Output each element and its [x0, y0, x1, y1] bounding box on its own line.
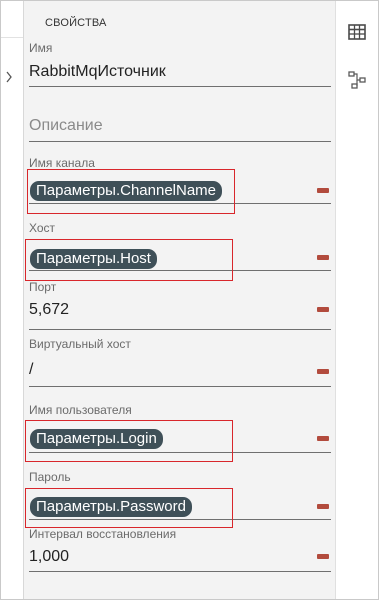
left-collapsed-panel — [1, 1, 24, 599]
right-toolbar — [335, 1, 378, 599]
retry-interval-field[interactable]: Интервал восстановления 1,000 — [29, 527, 331, 575]
channel-name-underline — [29, 203, 331, 204]
username-field[interactable]: Имя пользователя Параметры.Login — [29, 403, 331, 455]
name-input[interactable]: RabbitMqИсточник — [29, 63, 166, 81]
username-delete-button[interactable] — [317, 436, 329, 441]
host-underline — [29, 270, 331, 271]
password-underline — [29, 519, 331, 520]
port-delete-button[interactable] — [317, 307, 329, 312]
diagram-connect-icon[interactable] — [344, 67, 370, 93]
section-title: СВОЙСТВА — [45, 17, 107, 29]
host-delete-button[interactable] — [317, 255, 329, 260]
properties-panel: СВОЙСТВА Имя RabbitMqИсточник Описание И… — [24, 1, 335, 599]
retry-interval-input[interactable]: 1,000 — [29, 548, 69, 566]
host-value-tag[interactable]: Параметры.Host — [30, 249, 157, 269]
description-field[interactable]: Описание — [29, 113, 331, 143]
port-input[interactable]: 5,672 — [29, 301, 69, 319]
port-label: Порт — [29, 280, 57, 294]
table-icon[interactable] — [344, 19, 370, 45]
password-delete-button[interactable] — [317, 504, 329, 509]
host-field[interactable]: Хост Параметры.Host — [29, 221, 331, 271]
virtual-host-field[interactable]: Виртуальный хост / — [29, 337, 331, 389]
virtual-host-input[interactable]: / — [29, 361, 33, 379]
channel-name-value-tag[interactable]: Параметры.ChannelName — [30, 181, 223, 201]
channel-name-label: Имя канала — [29, 156, 95, 170]
password-label: Пароль — [29, 470, 71, 484]
retry-interval-label: Интервал восстановления — [29, 527, 177, 541]
virtual-host-delete-button[interactable] — [317, 369, 329, 374]
retry-interval-delete-button[interactable] — [317, 554, 329, 559]
username-underline — [29, 452, 331, 453]
host-label: Хост — [29, 221, 56, 235]
channel-name-delete-button[interactable] — [317, 188, 329, 193]
description-underline — [29, 141, 331, 142]
virtual-host-label: Виртуальный хост — [29, 337, 131, 351]
password-field[interactable]: Пароль Параметры.Password — [29, 470, 331, 520]
username-value-tag[interactable]: Параметры.Login — [30, 429, 163, 449]
channel-name-field[interactable]: Имя канала Параметры.ChannelName — [29, 156, 331, 206]
password-value-tag[interactable]: Параметры.Password — [30, 497, 192, 517]
port-underline — [29, 329, 331, 330]
virtual-host-underline — [29, 386, 331, 387]
port-field[interactable]: Порт 5,672 — [29, 280, 331, 332]
username-label: Имя пользователя — [29, 403, 132, 417]
chevron-right-icon[interactable] — [2, 67, 16, 87]
name-field[interactable]: Имя RabbitMqИсточник — [29, 41, 331, 89]
name-underline — [29, 86, 331, 87]
window-frame: СВОЙСТВА Имя RabbitMqИсточник Описание И… — [0, 0, 379, 600]
retry-interval-underline — [29, 571, 331, 572]
name-label: Имя — [29, 41, 53, 55]
description-input[interactable]: Описание — [29, 117, 103, 135]
divider — [1, 37, 23, 38]
